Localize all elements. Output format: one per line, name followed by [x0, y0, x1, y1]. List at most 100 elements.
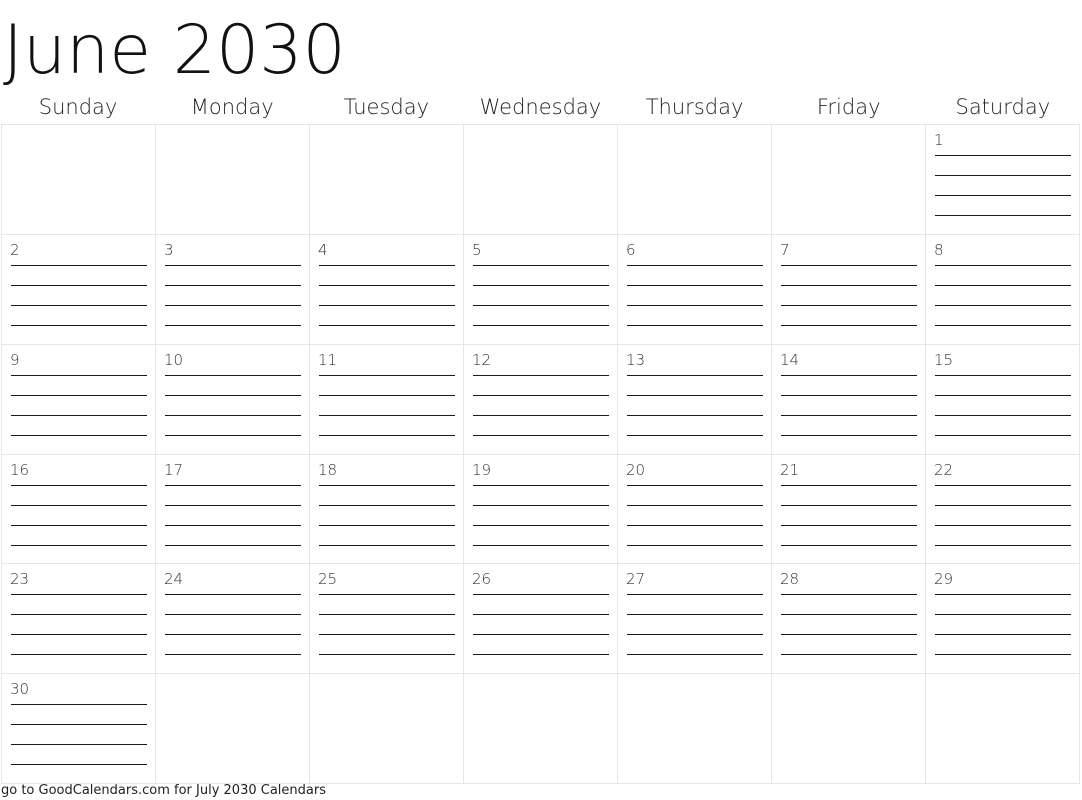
empty-cell [772, 125, 926, 235]
day-number: 27 [626, 570, 646, 589]
writing-line [781, 654, 917, 656]
day-number: 1 [934, 131, 944, 149]
writing-line [935, 304, 1071, 306]
day-number: 4 [318, 240, 328, 259]
writing-line [11, 394, 147, 396]
writing-line [319, 524, 455, 526]
day-number: 8 [934, 240, 944, 259]
day-number: 17 [164, 460, 184, 479]
writing-line [935, 654, 1071, 656]
day-number: 14 [780, 350, 800, 369]
day-number: 15 [934, 350, 954, 369]
writing-line [781, 414, 917, 416]
day-cell: 14 [772, 344, 926, 455]
writing-line [627, 394, 763, 396]
writing-line [781, 484, 917, 486]
writing-line [165, 594, 301, 596]
writing-line [11, 374, 147, 376]
weekday-saturday: Saturday [955, 95, 1051, 119]
writing-line [165, 544, 301, 546]
day-cell: 20 [618, 454, 772, 565]
day-cell: 5 [464, 234, 618, 345]
writing-line [627, 414, 763, 416]
day-number: 2 [10, 240, 20, 259]
writing-line [11, 484, 147, 486]
writing-line [11, 704, 147, 706]
day-cell: 8 [926, 234, 1080, 345]
writing-line [627, 374, 763, 376]
day-cell: 29 [926, 564, 1080, 675]
day-cell: 19 [464, 454, 618, 565]
empty-cell [310, 125, 464, 235]
day-cell: 24 [156, 564, 310, 675]
weekday-header: Sunday Monday Tuesday Wednesday Thursday… [1, 90, 1080, 124]
weekday-monday: Monday [190, 95, 274, 119]
writing-line [627, 484, 763, 486]
day-cell: 21 [772, 454, 926, 565]
writing-line [319, 654, 455, 656]
empty-cell [156, 125, 310, 235]
writing-line [319, 324, 455, 326]
writing-line [11, 654, 147, 656]
empty-cell [618, 125, 772, 235]
day-number: 28 [780, 570, 800, 589]
day-number: 6 [626, 240, 636, 259]
writing-line [627, 324, 763, 326]
writing-line [473, 324, 609, 326]
empty-cell [156, 674, 310, 784]
day-number: 5 [472, 240, 482, 259]
writing-line [627, 654, 763, 656]
writing-line [627, 434, 763, 436]
writing-line [781, 544, 917, 546]
writing-line [11, 614, 147, 616]
writing-line [165, 394, 301, 396]
writing-line [935, 484, 1071, 486]
writing-line [935, 434, 1071, 436]
writing-line [319, 484, 455, 486]
empty-cell [618, 674, 772, 784]
day-cell: 23 [2, 564, 156, 675]
writing-line [319, 614, 455, 616]
writing-line [473, 304, 609, 306]
writing-line [935, 414, 1071, 416]
writing-line [627, 284, 763, 286]
writing-line [319, 304, 455, 306]
writing-line [473, 614, 609, 616]
day-cell: 11 [310, 344, 464, 455]
day-cell: 22 [926, 454, 1080, 565]
writing-line [165, 304, 301, 306]
writing-line [165, 374, 301, 376]
empty-cell [926, 674, 1080, 784]
writing-line [473, 634, 609, 636]
writing-line [781, 594, 917, 596]
writing-line [781, 504, 917, 506]
writing-line [935, 374, 1071, 376]
footer-link[interactable]: go to GoodCalendars.com for July 2030 Ca… [1, 783, 326, 798]
writing-line [11, 634, 147, 636]
writing-line [165, 484, 301, 486]
day-cell: 9 [2, 344, 156, 455]
day-number: 3 [164, 240, 174, 259]
writing-line [11, 324, 147, 326]
writing-line [781, 634, 917, 636]
writing-line [781, 284, 917, 286]
writing-line [473, 264, 609, 266]
writing-line [935, 324, 1071, 326]
calendar-title: June 2030 [3, 11, 346, 90]
day-cell: 3 [156, 234, 310, 345]
writing-line [473, 414, 609, 416]
writing-line [11, 724, 147, 726]
writing-line [627, 634, 763, 636]
writing-line [935, 634, 1071, 636]
writing-line [319, 504, 455, 506]
writing-line [319, 374, 455, 376]
writing-line [11, 544, 147, 546]
writing-line [627, 504, 763, 506]
day-number: 21 [780, 460, 800, 479]
day-number: 29 [934, 570, 954, 589]
writing-line [165, 414, 301, 416]
writing-line [935, 195, 1071, 196]
writing-line [935, 394, 1071, 396]
day-number: 12 [472, 350, 492, 369]
writing-line [165, 634, 301, 636]
